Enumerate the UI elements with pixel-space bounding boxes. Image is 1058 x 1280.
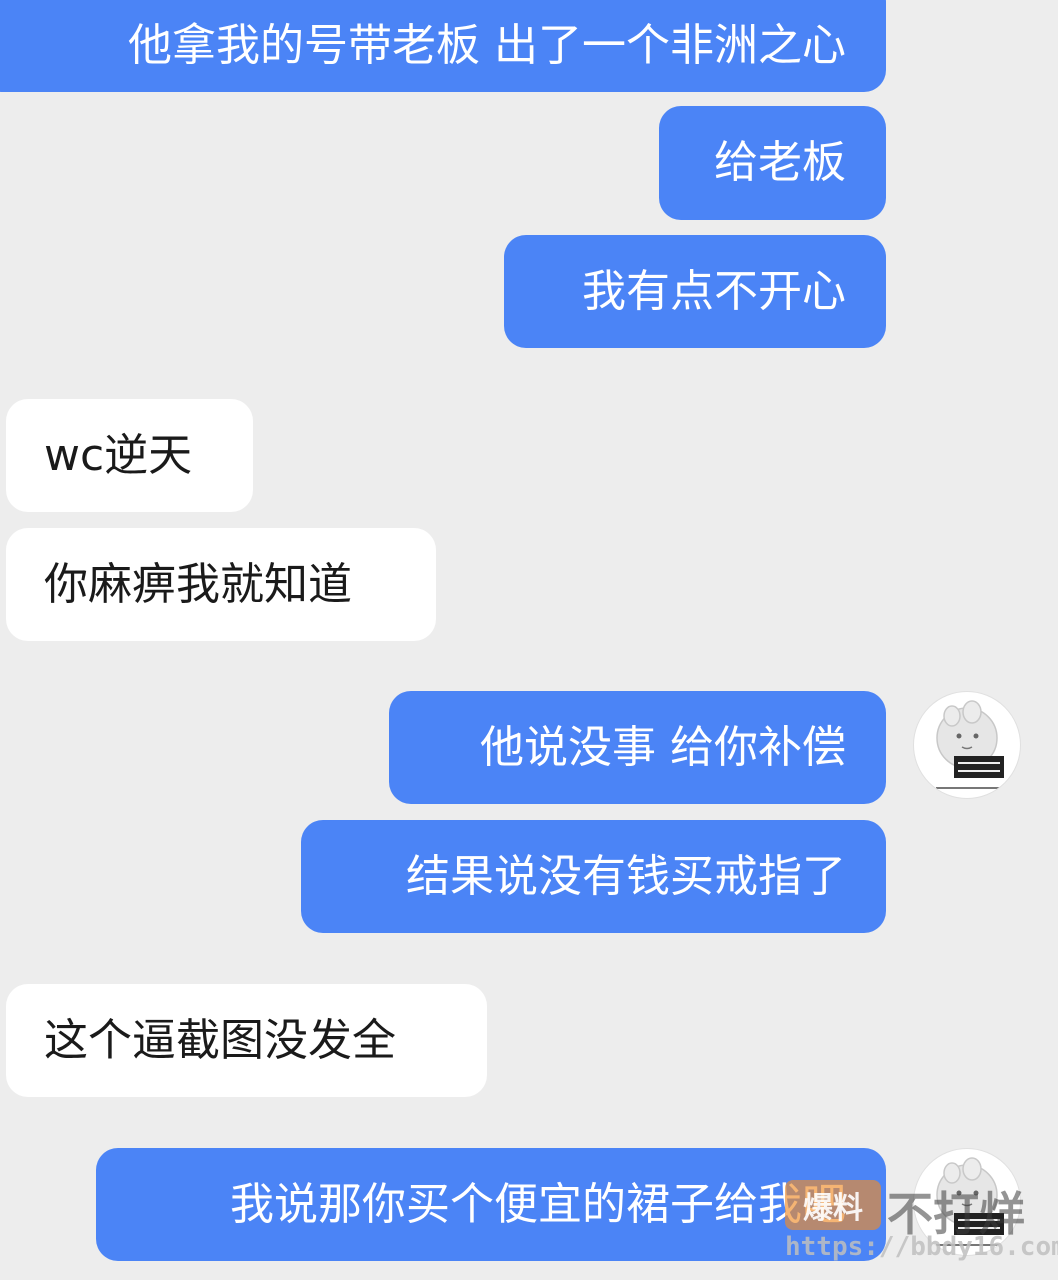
user-avatar[interactable]	[913, 691, 1021, 799]
message-bubble-outgoing[interactable]: 给老板	[659, 106, 886, 220]
message-bubble-outgoing[interactable]: 他拿我的号带老板 出了一个非洲之心	[0, 0, 886, 92]
message-text: 我有点不开心	[582, 265, 846, 317]
cartoon-face-avatar-icon	[936, 1157, 1010, 1246]
message-bubble-incoming[interactable]: 这个逼截图没发全	[6, 984, 487, 1097]
message-text: 这个逼截图没发全	[44, 1014, 396, 1066]
message-bubble-incoming[interactable]: wc逆天	[6, 399, 253, 512]
message-bubble-outgoing[interactable]: 我有点不开心	[504, 235, 886, 348]
message-bubble-outgoing[interactable]: 他说没事 给你补偿	[389, 691, 886, 804]
message-bubble-outgoing[interactable]: 我说那你买个便宜的裙子给我吧	[96, 1148, 886, 1261]
message-text: 给老板	[714, 137, 846, 188]
message-text: 你麻痹我就知道	[44, 558, 352, 610]
message-text: 他拿我的号带老板 出了一个非洲之心	[128, 20, 846, 71]
chat-conversation: 他拿我的号带老板 出了一个非洲之心 给老板 我有点不开心 wc逆天 你麻痹我就知…	[0, 0, 1058, 1280]
message-bubble-outgoing[interactable]: 结果说没有钱买戒指了	[301, 820, 886, 933]
message-text: wc逆天	[44, 429, 193, 481]
message-bubble-incoming[interactable]: 你麻痹我就知道	[6, 528, 436, 641]
message-text: 结果说没有钱买戒指了	[406, 850, 846, 902]
message-text: 我说那你买个便宜的裙子给我吧	[230, 1178, 846, 1230]
user-avatar[interactable]	[913, 1148, 1021, 1256]
message-text: 他说没事 给你补偿	[480, 721, 846, 773]
cartoon-face-avatar-icon	[936, 700, 1010, 789]
